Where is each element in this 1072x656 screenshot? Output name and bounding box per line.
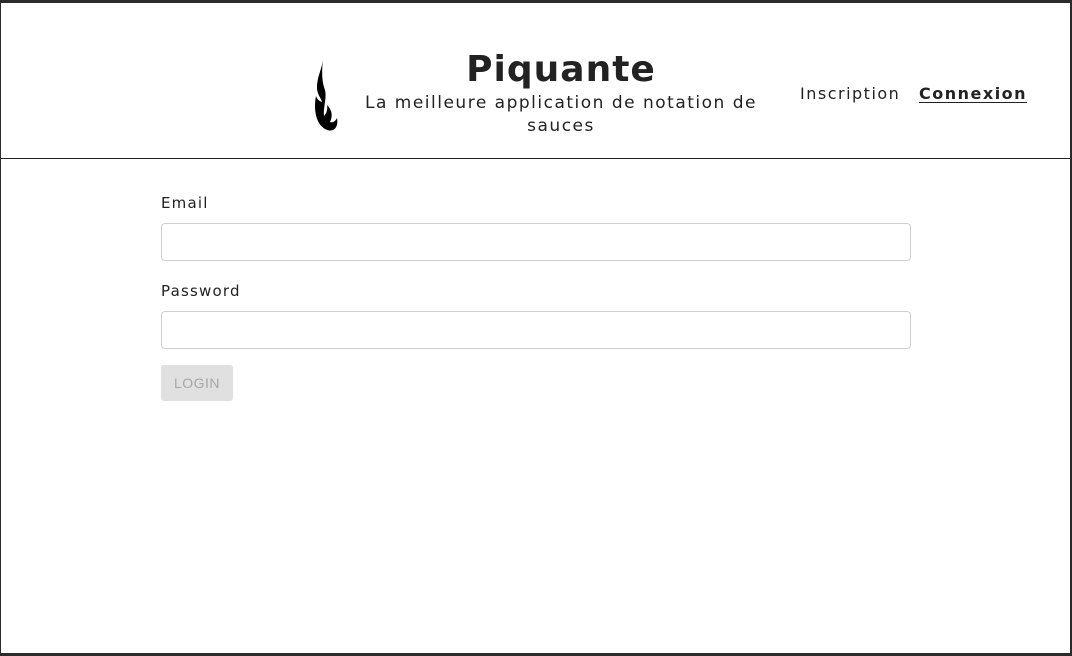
password-field[interactable]	[161, 311, 911, 349]
site-header: Piquante La meilleure application de not…	[1, 3, 1070, 159]
nav-login-link[interactable]: Connexion	[919, 84, 1027, 103]
email-label: Email	[161, 194, 209, 212]
site-subtitle: La meilleure application de notation de …	[364, 93, 757, 136]
login-button[interactable]: LOGIN	[161, 365, 233, 401]
site-title: Piquante	[466, 49, 656, 90]
password-label: Password	[161, 282, 241, 300]
flame-icon	[315, 58, 338, 131]
login-form: Email Password LOGIN	[161, 193, 911, 401]
app-window: Piquante La meilleure application de not…	[1, 3, 1070, 653]
nav-signup-link[interactable]: Inscription	[800, 84, 900, 103]
email-field[interactable]	[161, 223, 911, 261]
brand: Piquante La meilleure application de not…	[361, 48, 761, 138]
